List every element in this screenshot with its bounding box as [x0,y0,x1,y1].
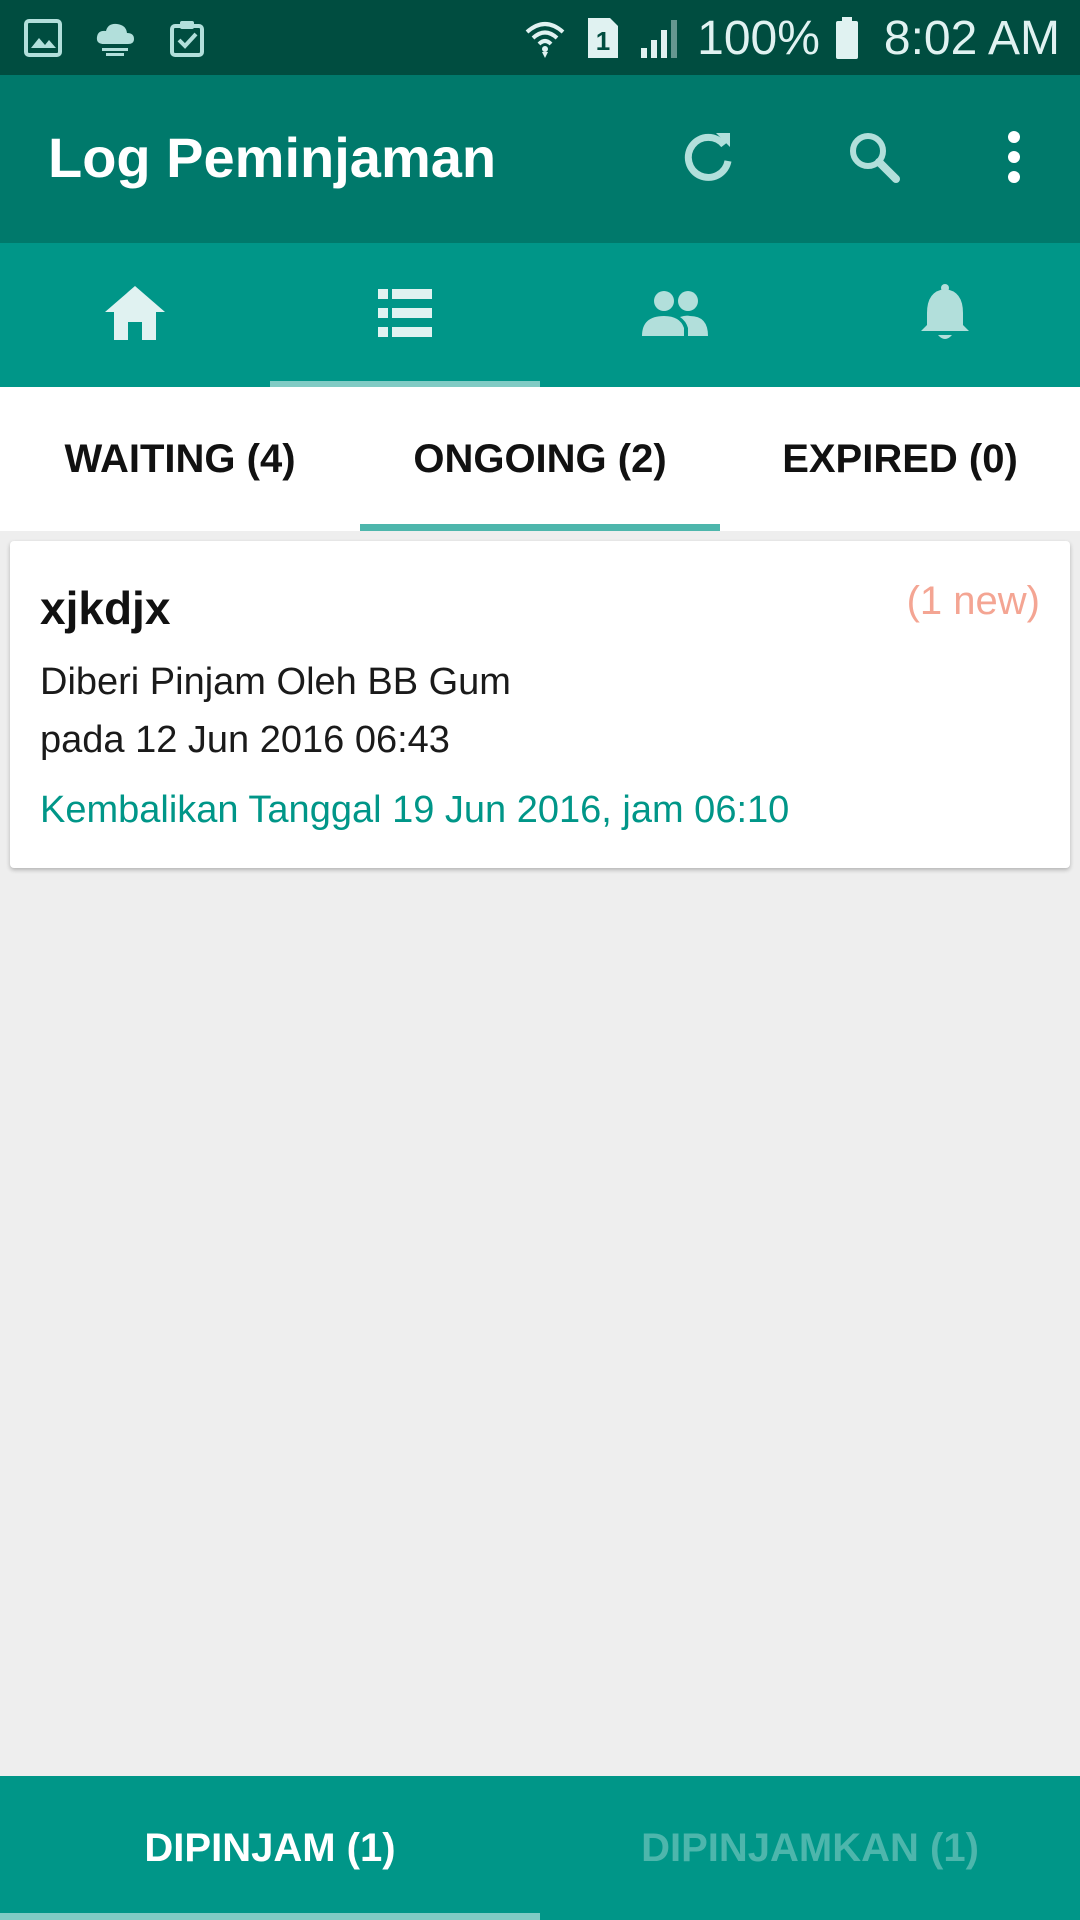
status-bar: 1 100% 8:02 AM [0,0,1080,75]
return-date-text: Kembalikan Tanggal 19 Jun 2016, jam 06:1… [40,789,790,831]
tab-expired[interactable]: EXPIRED (0) [720,387,1080,531]
tab-indicator [0,1913,540,1920]
bell-icon [919,283,971,348]
battery-icon [834,16,860,60]
tab-indicator [360,524,720,531]
tab-list[interactable] [270,243,540,387]
status-system-icons: 1 100% 8:02 AM [523,8,1060,68]
signal-icon [639,16,683,60]
bottom-tabs: DIPINJAM (1) DIPINJAMKAN (1) [0,1776,1080,1920]
loan-card[interactable]: xjkdjx (1 new) Diberi Pinjam Oleh BB Gum… [10,541,1070,868]
cloud-icon [94,18,136,58]
sim-1-icon: 1 [581,16,625,60]
search-icon [844,127,904,192]
page-title: Log Peminjaman [48,126,497,189]
status-tabs: WAITING (4) ONGOING (2) EXPIRED (0) [0,387,1080,531]
svg-text:1: 1 [596,26,610,56]
lender-text: Diberi Pinjam Oleh BB Gum [40,661,511,703]
clock: 8:02 AM [883,11,1060,65]
tab-ongoing-label: ONGOING (2) [413,436,667,481]
gallery-icon [22,18,64,58]
list-icon [378,288,432,342]
item-name: xjkdjx [40,582,171,634]
tab-dipinjamkan[interactable]: DIPINJAMKAN (1) [540,1776,1080,1920]
overflow-menu-button[interactable] [974,119,1054,199]
people-icon [640,290,710,341]
tab-dipinjam-label: DIPINJAM (1) [144,1825,396,1870]
tab-waiting[interactable]: WAITING (4) [0,387,360,531]
battery-percent: 100% [697,11,820,65]
tab-home[interactable] [0,243,270,387]
clipboard-check-icon [166,18,208,58]
overflow-menu-icon [1002,127,1026,192]
tab-notifications[interactable] [810,243,1080,387]
tab-expired-label: EXPIRED (0) [782,436,1018,481]
tab-waiting-label: WAITING (4) [64,436,296,481]
new-badge: (1 new) [906,579,1040,623]
tab-dipinjam[interactable]: DIPINJAM (1) [0,1776,540,1920]
loan-date-text: pada 12 Jun 2016 06:43 [40,719,450,761]
app-bar: Log Peminjaman [0,75,1080,243]
status-notification-icons [22,18,208,58]
icon-nav-tabs [0,243,1080,387]
tab-ongoing[interactable]: ONGOING (2) [360,387,720,531]
home-icon [103,284,167,347]
refresh-icon [678,127,738,192]
search-button[interactable] [834,119,914,199]
wifi-icon [523,16,567,60]
tab-people[interactable] [540,243,810,387]
tab-dipinjamkan-label: DIPINJAMKAN (1) [641,1825,979,1870]
refresh-button[interactable] [668,119,748,199]
